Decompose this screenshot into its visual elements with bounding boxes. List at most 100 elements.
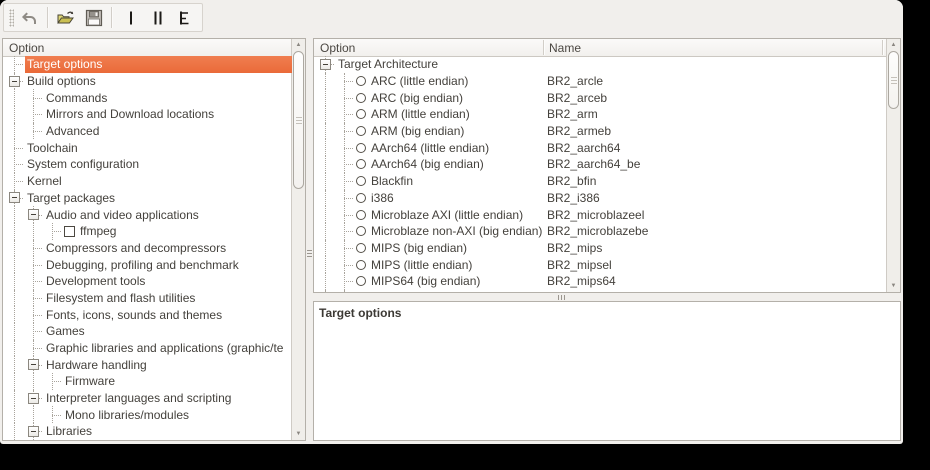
tree-row[interactable]: ARC (big endian)BR2_arceb (314, 89, 887, 106)
toolbar-drag-handle-icon[interactable] (9, 9, 14, 27)
tree-item-label: ffmpeg (78, 224, 118, 238)
tree-row[interactable]: Debugging, profiling and benchmark (3, 256, 292, 273)
tree-row[interactable]: ffmpeg (3, 223, 292, 240)
radio-button[interactable] (356, 76, 366, 86)
tree-row[interactable]: Graphic libraries and applications (grap… (3, 340, 292, 357)
tree-row[interactable]: Build options (3, 73, 292, 90)
tree-row[interactable]: MIPS64 (little endian)BR2_mips64el (314, 290, 887, 292)
tree-item-label: Advanced (44, 124, 101, 138)
back-button[interactable] (17, 5, 42, 30)
tree-row[interactable]: ARM (big endian)BR2_armeb (314, 123, 887, 140)
collapse-minus-icon[interactable] (9, 76, 20, 87)
collapse-minus-icon[interactable] (9, 192, 20, 203)
full-view-button[interactable] (173, 5, 198, 30)
tree-row[interactable]: Audio and video applications (3, 206, 292, 223)
tree-guide-line (325, 206, 326, 223)
tree-row[interactable]: MIPS (little endian)BR2_mipsel (314, 256, 887, 273)
tree-row[interactable]: AArch64 (little endian)BR2_aarch64 (314, 139, 887, 156)
collapse-minus-icon[interactable] (320, 59, 331, 70)
tree-row[interactable]: Commands (3, 89, 292, 106)
tree-guide-line (14, 223, 15, 240)
radio-button[interactable] (356, 243, 366, 253)
radio-button[interactable] (356, 143, 366, 153)
tree-connector-line (344, 98, 353, 99)
tree-guide-line (14, 406, 15, 423)
scroll-up-icon[interactable]: ▲ (887, 40, 900, 50)
tree-row[interactable]: Hardware handling (3, 356, 292, 373)
tree-connector-line (344, 181, 353, 182)
column-header-option[interactable]: Option (314, 41, 355, 55)
tree-row[interactable]: Firmware (3, 373, 292, 390)
toolbar (0, 0, 903, 36)
tree-row[interactable]: Toolchain (3, 139, 292, 156)
tree-item-label: Filesystem and flash utilities (44, 291, 197, 305)
tree-item-label: Mirrors and Download locations (44, 107, 216, 121)
tree-row[interactable]: System configuration (3, 156, 292, 173)
radio-button[interactable] (356, 126, 366, 136)
tree-item-label: AArch64 (little endian) (369, 141, 491, 155)
save-button[interactable] (81, 5, 106, 30)
tree-row[interactable]: Fonts, icons, sounds and themes (3, 306, 292, 323)
tree-row[interactable]: MIPS64 (big endian)BR2_mips64 (314, 273, 887, 290)
tree-row[interactable]: Compressors and decompressors (3, 240, 292, 257)
tree-row[interactable]: Microblaze non-AXI (big endian)BR2_micro… (314, 223, 887, 240)
tree-row[interactable]: Kernel (3, 173, 292, 190)
tree-guide-line (14, 390, 15, 407)
tree-row[interactable]: BlackfinBR2_bfin (314, 173, 887, 190)
radio-button[interactable] (356, 226, 366, 236)
collapse-minus-icon[interactable] (28, 426, 39, 437)
radio-button[interactable] (356, 109, 366, 119)
tree-row[interactable]: Filesystem and flash utilities (3, 290, 292, 307)
tree-row[interactable]: Mono libraries/modules (3, 406, 292, 423)
tree-row[interactable]: AArch64 (big endian)BR2_aarch64_be (314, 156, 887, 173)
tree-item-label: Microblaze non-AXI (big endian) (369, 224, 544, 238)
tree-row[interactable]: ARM (little endian)BR2_arm (314, 106, 887, 123)
tree-row[interactable]: Interpreter languages and scripting (3, 390, 292, 407)
tree-row[interactable]: Libraries (3, 423, 292, 440)
scrollbar-thumb[interactable] (293, 51, 304, 189)
split-view-button[interactable] (145, 5, 170, 30)
collapse-minus-icon[interactable] (28, 393, 39, 404)
radio-button[interactable] (356, 159, 366, 169)
scroll-down-icon[interactable]: ▼ (887, 281, 900, 291)
radio-button[interactable] (356, 93, 366, 103)
tree-row[interactable]: ARC (little endian)BR2_arcle (314, 73, 887, 90)
tree-row[interactable]: Microblaze AXI (little endian)BR2_microb… (314, 206, 887, 223)
tree-item-label: Hardware handling (44, 358, 149, 372)
tree-row[interactable]: Target Architecture (314, 56, 887, 73)
column-header-option[interactable]: Option (3, 41, 44, 55)
tree-item-label: Target Architecture (336, 57, 440, 71)
tree-row[interactable]: Development tools (3, 273, 292, 290)
tree-connector-line (344, 215, 353, 216)
scroll-down-icon[interactable]: ▼ (292, 429, 305, 439)
vertical-splitter[interactable] (306, 38, 313, 441)
tree-row[interactable]: Games (3, 323, 292, 340)
tree-connector-line (52, 231, 61, 232)
single-view-button[interactable] (118, 5, 143, 30)
radio-button[interactable] (356, 176, 366, 186)
tree-row[interactable]: i386BR2_i386 (314, 190, 887, 207)
tree-row[interactable]: MIPS (big endian)BR2_mips (314, 240, 887, 257)
load-button[interactable] (54, 5, 79, 30)
tree-row[interactable]: Target options (3, 56, 292, 73)
column-header-name[interactable]: Name (549, 41, 581, 55)
collapse-minus-icon[interactable] (28, 209, 39, 220)
checkbox[interactable] (64, 226, 75, 237)
tree-row[interactable]: Mirrors and Download locations (3, 106, 292, 123)
radio-button[interactable] (356, 210, 366, 220)
horizontal-splitter[interactable] (313, 293, 901, 301)
tree-row-content: Kernel (25, 173, 292, 190)
left-vertical-scrollbar[interactable]: ▲ ▼ (291, 39, 305, 440)
radio-button[interactable] (356, 193, 366, 203)
radio-button[interactable] (356, 276, 366, 286)
right-vertical-scrollbar[interactable]: ▲ ▼ (886, 39, 900, 292)
column-divider[interactable] (882, 40, 884, 55)
tree-row[interactable]: Target packages (3, 190, 292, 207)
scrollbar-thumb[interactable] (888, 51, 899, 109)
column-divider[interactable] (543, 40, 545, 55)
scroll-up-icon[interactable]: ▲ (292, 40, 305, 50)
tree-row[interactable]: Advanced (3, 123, 292, 140)
collapse-minus-icon[interactable] (28, 359, 39, 370)
radio-button[interactable] (356, 260, 366, 270)
config-tree: Target Architecture ARC (little endian)BR… (314, 56, 887, 292)
